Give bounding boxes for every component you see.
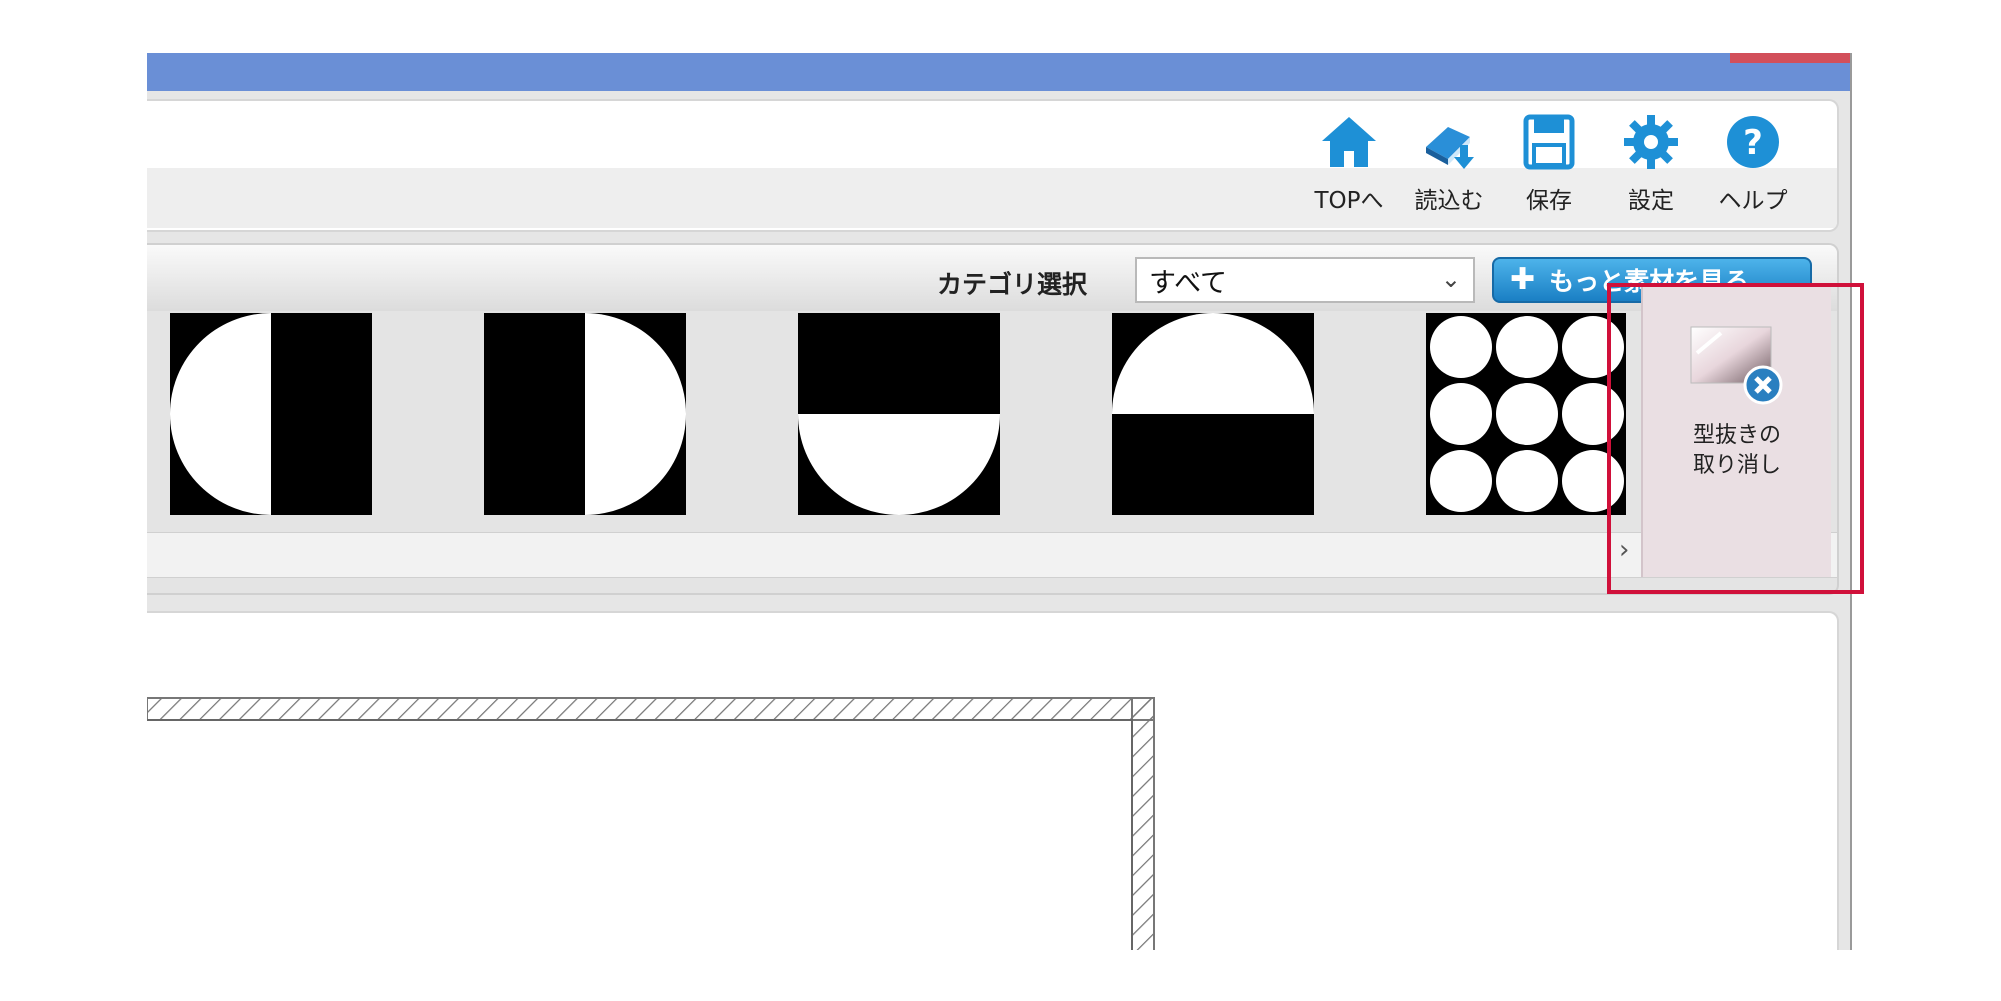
top-button[interactable]: TOPへ	[1305, 109, 1393, 221]
right-half-circle-shape-image	[484, 313, 686, 515]
bottom-half-circle-shape[interactable]	[798, 313, 1000, 515]
title-bar	[147, 53, 1850, 91]
material-header: カテゴリ選択 すべて ⌄ ✚ もっと素材を見る	[147, 245, 1837, 311]
svg-text:?: ?	[1743, 123, 1763, 163]
load-button[interactable]: 読込む	[1405, 109, 1493, 221]
floppy-disk-icon	[1523, 114, 1575, 170]
plus-icon: ✚	[1510, 262, 1536, 297]
top-half-circle-shape[interactable]	[1112, 313, 1314, 515]
circle-grid-shape-image	[1427, 313, 1626, 515]
left-half-circle-shape[interactable]	[170, 313, 372, 515]
settings-button-label: 設定	[1628, 188, 1674, 214]
gear-icon	[1624, 115, 1678, 169]
book-download-icon	[1426, 127, 1474, 169]
left-half-circle-shape-image	[170, 313, 372, 515]
help-icon: ?	[1727, 116, 1779, 168]
top-button-label: TOPへ	[1314, 188, 1384, 214]
help-button-label: ヘルプ	[1718, 188, 1788, 214]
canvas-frame	[147, 697, 1155, 950]
category-select-label: カテゴリ選択	[937, 270, 1088, 299]
material-scrollbar[interactable]: ›	[147, 532, 1837, 578]
title-bar-accent	[1730, 53, 1850, 63]
home-icon	[1322, 117, 1376, 167]
circle-grid-shape[interactable]	[1426, 313, 1626, 515]
design-canvas[interactable]	[147, 611, 1839, 950]
settings-button[interactable]: 設定	[1607, 109, 1695, 221]
save-button[interactable]: 保存	[1505, 109, 1593, 221]
bottom-half-circle-shape-image	[798, 313, 1000, 515]
category-select[interactable]: すべて ⌄	[1135, 257, 1475, 303]
category-select-value: すべて	[1149, 267, 1228, 299]
chevron-down-icon: ⌄	[1440, 265, 1461, 293]
save-button-label: 保存	[1526, 188, 1572, 214]
app-window: TOPへ 読込む 保存 設定 ? ヘルプ カテゴリ選択 すべて ⌄ ✚ もっと素…	[147, 53, 1852, 950]
highlight-box	[1607, 283, 1864, 594]
top-half-circle-shape-image	[1112, 313, 1314, 515]
load-button-label: 読込む	[1414, 188, 1484, 214]
right-half-circle-shape[interactable]	[484, 313, 686, 515]
material-panel: カテゴリ選択 すべて ⌄ ✚ もっと素材を見る › 型抜きの 取り消し	[147, 243, 1839, 595]
toolbar: TOPへ 読込む 保存 設定 ? ヘルプ	[147, 99, 1839, 232]
help-button[interactable]: ? ヘルプ	[1709, 109, 1797, 221]
